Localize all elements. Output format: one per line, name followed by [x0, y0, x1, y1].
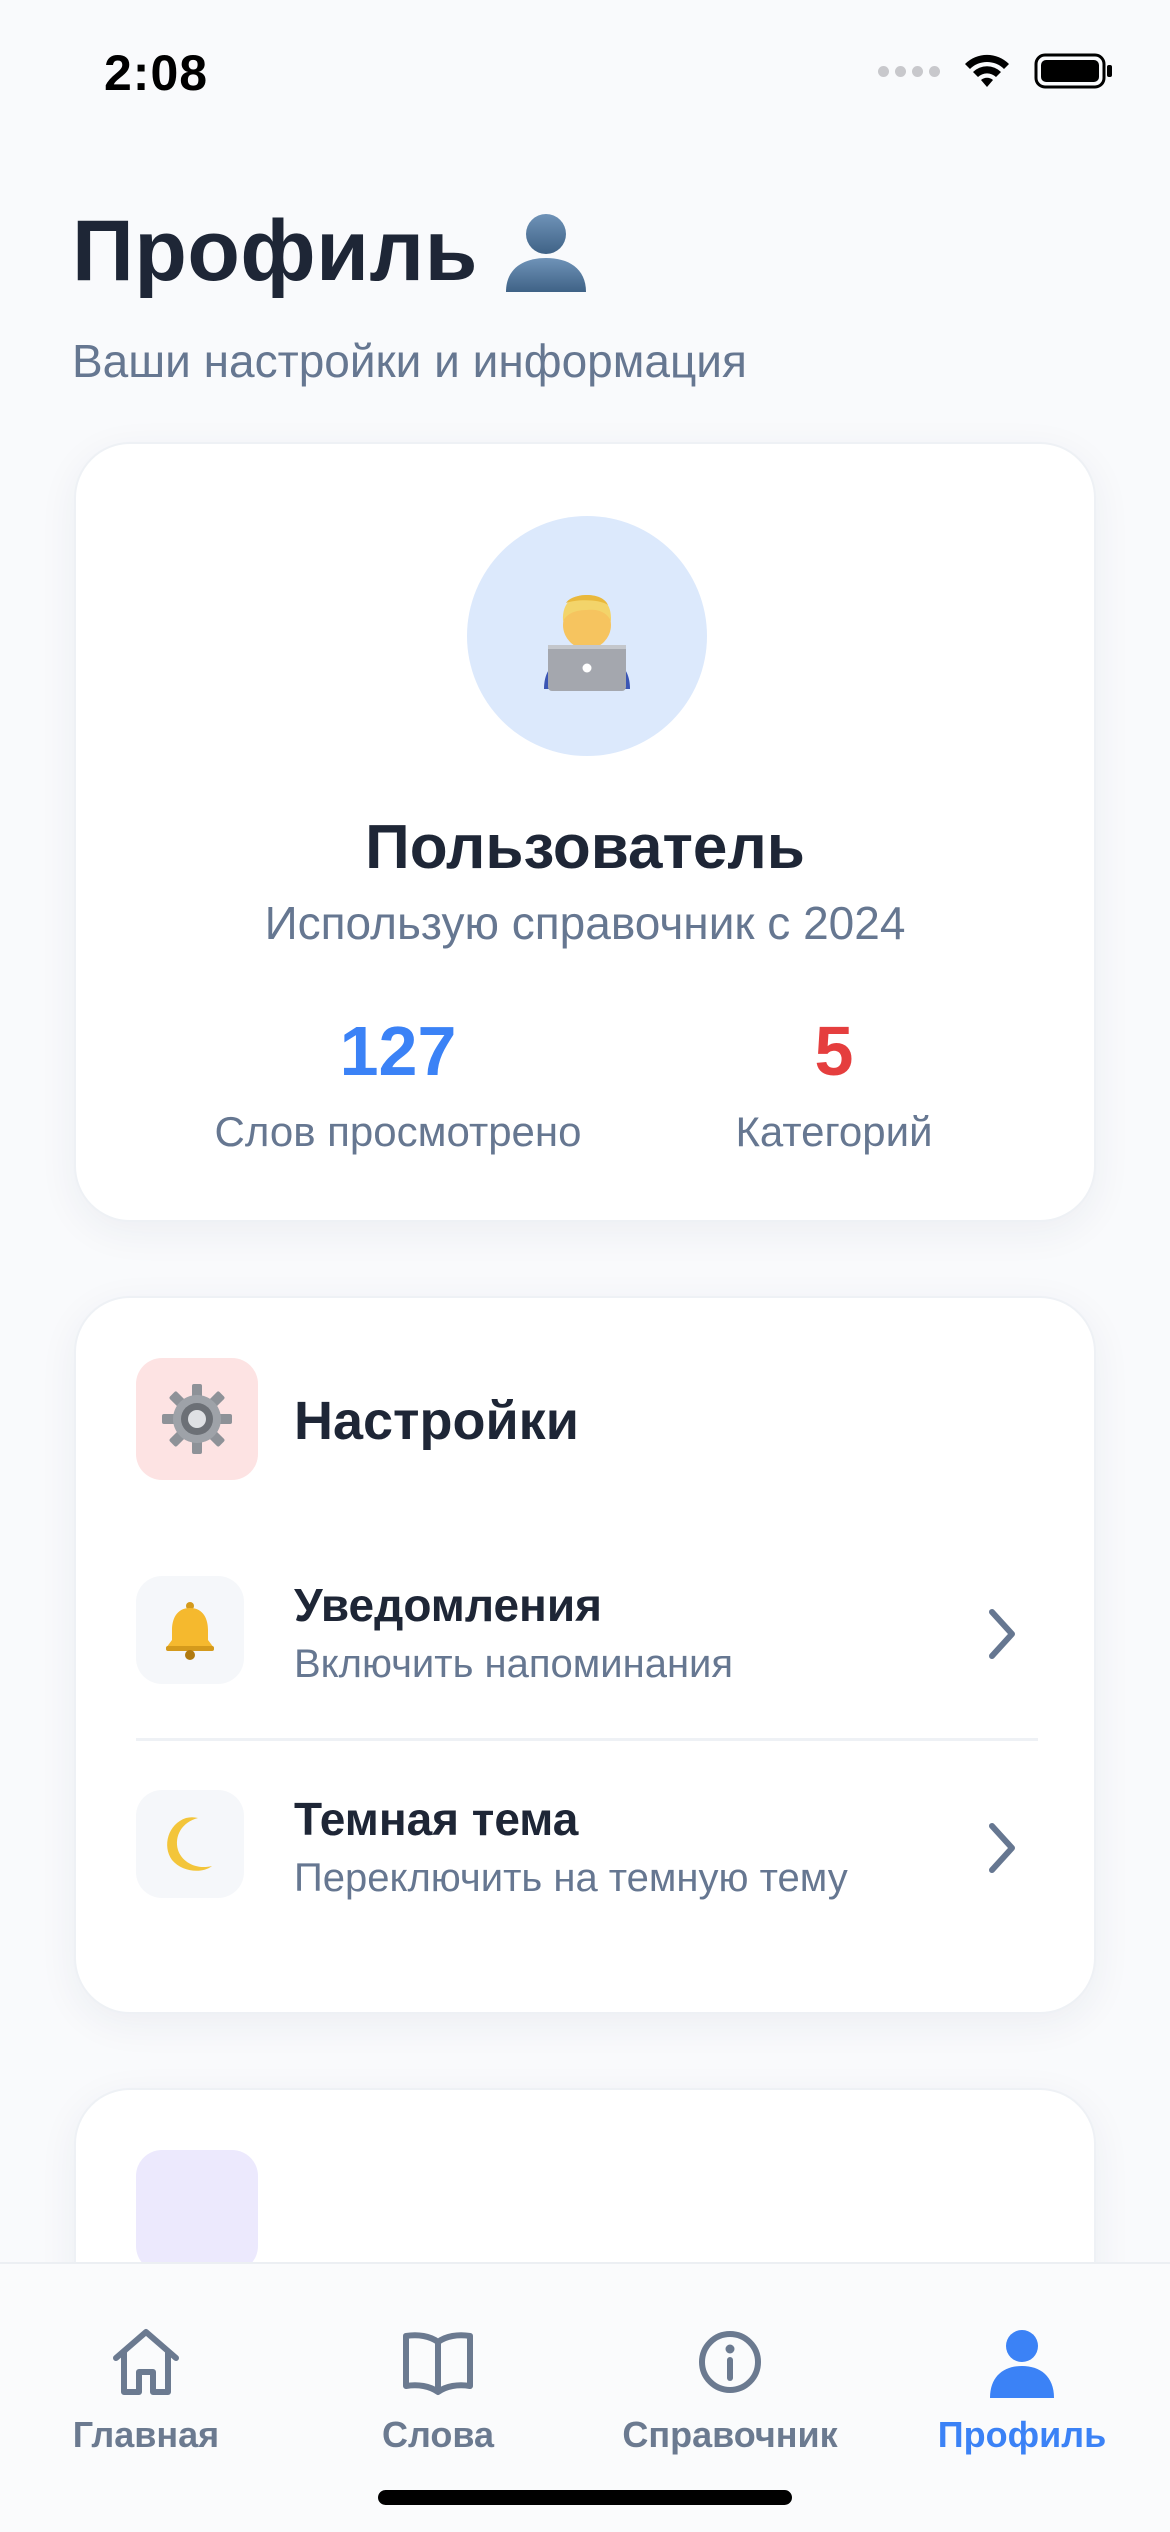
page-title: Профиль: [72, 203, 478, 299]
wifi-icon: [965, 54, 1009, 87]
home-indicator: [378, 2490, 792, 2505]
info-icon: [699, 2331, 761, 2393]
status-time: 2:08: [104, 45, 209, 101]
user-name: Пользователь: [365, 813, 805, 882]
battery-icon: [1034, 53, 1112, 89]
stat-value: 127: [339, 1012, 457, 1090]
setting-title: Темная тема: [294, 1793, 579, 1845]
setting-subtitle: Переключить на темную тему: [294, 1856, 848, 1900]
user-since: Использую справочник с 2024: [264, 897, 906, 949]
divider: [136, 1738, 1038, 1741]
cellular-signal-icon: [878, 65, 940, 77]
book-icon: [403, 2332, 473, 2395]
avatar: [467, 516, 707, 756]
profile-card: Пользователь Использую справочник с 2024…: [74, 442, 1096, 1222]
status-icons: [878, 52, 1114, 90]
stat-label: Слов просмотрено: [214, 1108, 582, 1155]
tab-label: Слова: [381, 2414, 495, 2455]
theme-icon-box: [136, 1790, 244, 1898]
person-icon: [990, 2330, 1054, 2398]
tab-home[interactable]: Главная: [0, 2322, 292, 2456]
settings-card: Настройки Уведомления Включить напоминан…: [74, 1296, 1096, 2014]
setting-title: Уведомления: [294, 1579, 602, 1631]
tab-reference[interactable]: Справочник: [584, 2322, 876, 2456]
tab-label: Справочник: [622, 2414, 838, 2455]
tab-label: Профиль: [937, 2414, 1107, 2455]
notifications-icon-box: [136, 1576, 244, 1684]
settings-section-icon: [136, 1358, 258, 1480]
gear-icon: [162, 1384, 232, 1454]
bell-icon: [166, 1602, 214, 1660]
stat-value: 5: [814, 1012, 854, 1090]
chevron-right-icon: [989, 1609, 1015, 1659]
tab-words[interactable]: Слова: [292, 2322, 584, 2456]
developer-avatar-icon: [544, 595, 630, 691]
stat-categories: 5 Категорий: [624, 1016, 1044, 1156]
home-icon: [113, 2329, 179, 2395]
setting-notifications[interactable]: Уведомления Включить напоминания: [136, 1568, 1038, 1728]
tab-profile[interactable]: Профиль: [876, 2322, 1168, 2456]
settings-title: Настройки: [294, 1391, 579, 1451]
moon-icon: [167, 1817, 212, 1871]
user-silhouette-icon: [506, 213, 586, 292]
stat-label: Категорий: [735, 1108, 933, 1155]
chevron-right-icon: [989, 1823, 1015, 1873]
setting-dark-theme[interactable]: Темная тема Переключить на темную тему: [136, 1782, 1038, 1942]
stat-words-viewed: 127 Слов просмотрено: [188, 1016, 608, 1156]
status-bar: 2:08: [0, 0, 1170, 140]
next-section-icon: [136, 2150, 258, 2272]
profile-screen: 2:08 Профиль Ваши настройки и информация…: [0, 0, 1170, 2532]
tab-label: Главная: [72, 2414, 220, 2455]
page-subtitle: Ваши настройки и информация: [72, 335, 747, 387]
setting-subtitle: Включить напоминания: [294, 1642, 734, 1686]
page-header: Профиль: [72, 202, 592, 301]
